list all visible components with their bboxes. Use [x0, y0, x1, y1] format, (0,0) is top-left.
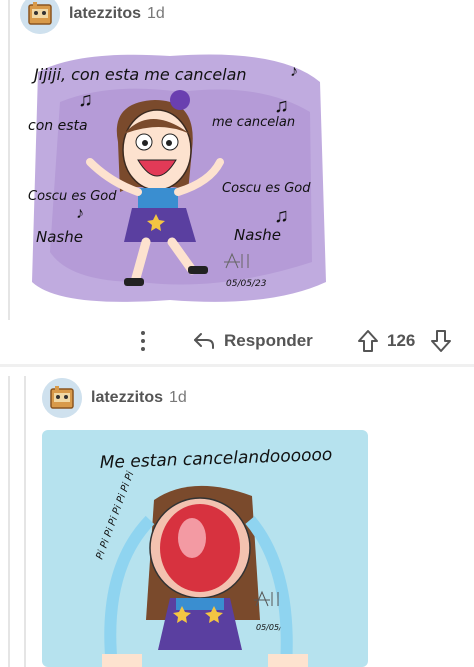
comment-age: 1d: [169, 389, 187, 406]
comment-age: 1d: [147, 5, 165, 22]
lyric-left-3: Nashe: [36, 228, 83, 246]
comment-actions: Responder 126: [0, 322, 474, 360]
vertical-ellipsis-icon: [141, 331, 145, 335]
user-avatar[interactable]: [42, 378, 82, 418]
reply-arrow-icon: [194, 333, 214, 349]
cardboard-box-robot-avatar-icon: [42, 378, 82, 418]
username[interactable]: latezzitos: [91, 389, 163, 407]
lyric-top: Jijiji, con esta me cancelan: [31, 65, 247, 84]
lyric-right-2: Coscu es God: [222, 181, 311, 196]
comment-1: latezzitos 1d Jijiji, con esta me cancel…: [0, 0, 474, 370]
more-options-button[interactable]: [132, 328, 154, 354]
upvote-button[interactable]: [357, 329, 379, 358]
downvote-arrow-icon: [431, 330, 451, 352]
svg-text:♪: ♪: [76, 205, 84, 222]
svg-text:♫: ♫: [78, 89, 93, 111]
comment-divider: [0, 364, 474, 367]
comment-header: latezzitos 1d: [42, 378, 187, 418]
reply-label: Responder: [224, 331, 313, 350]
thread-line-nested[interactable]: [24, 376, 26, 667]
user-avatar[interactable]: [20, 0, 60, 34]
thread-line[interactable]: [8, 0, 10, 320]
svg-text:♫: ♫: [274, 95, 289, 117]
comment-header: latezzitos 1d: [20, 0, 165, 34]
downvote-button[interactable]: [430, 329, 452, 358]
art-date: 05/05/23: [226, 279, 267, 289]
svg-text:♫: ♫: [274, 205, 289, 227]
thread-line[interactable]: [8, 376, 10, 667]
comment-image[interactable]: Me estan cancelandoooooo Pi Pi Pi Pi Pi …: [42, 430, 368, 667]
lyric-right-1: me cancelan: [212, 115, 295, 130]
reply-button[interactable]: Responder: [193, 327, 313, 355]
cardboard-box-robot-avatar-icon: [20, 0, 60, 34]
vote-score: 126: [387, 331, 416, 350]
upvote-arrow-icon: [358, 330, 378, 352]
lyric-left-1: con esta: [28, 118, 88, 134]
lyric-left-2: Coscu es God: [28, 189, 117, 204]
username[interactable]: latezzitos: [69, 5, 141, 23]
comment-image[interactable]: Jijiji, con esta me cancelan con esta me…: [20, 42, 332, 308]
lyric-right-3: Nashe: [234, 226, 281, 244]
comment-2: latezzitos 1d Me estan cancelandoooooo P…: [0, 370, 474, 667]
svg-text:♪: ♪: [290, 63, 298, 80]
